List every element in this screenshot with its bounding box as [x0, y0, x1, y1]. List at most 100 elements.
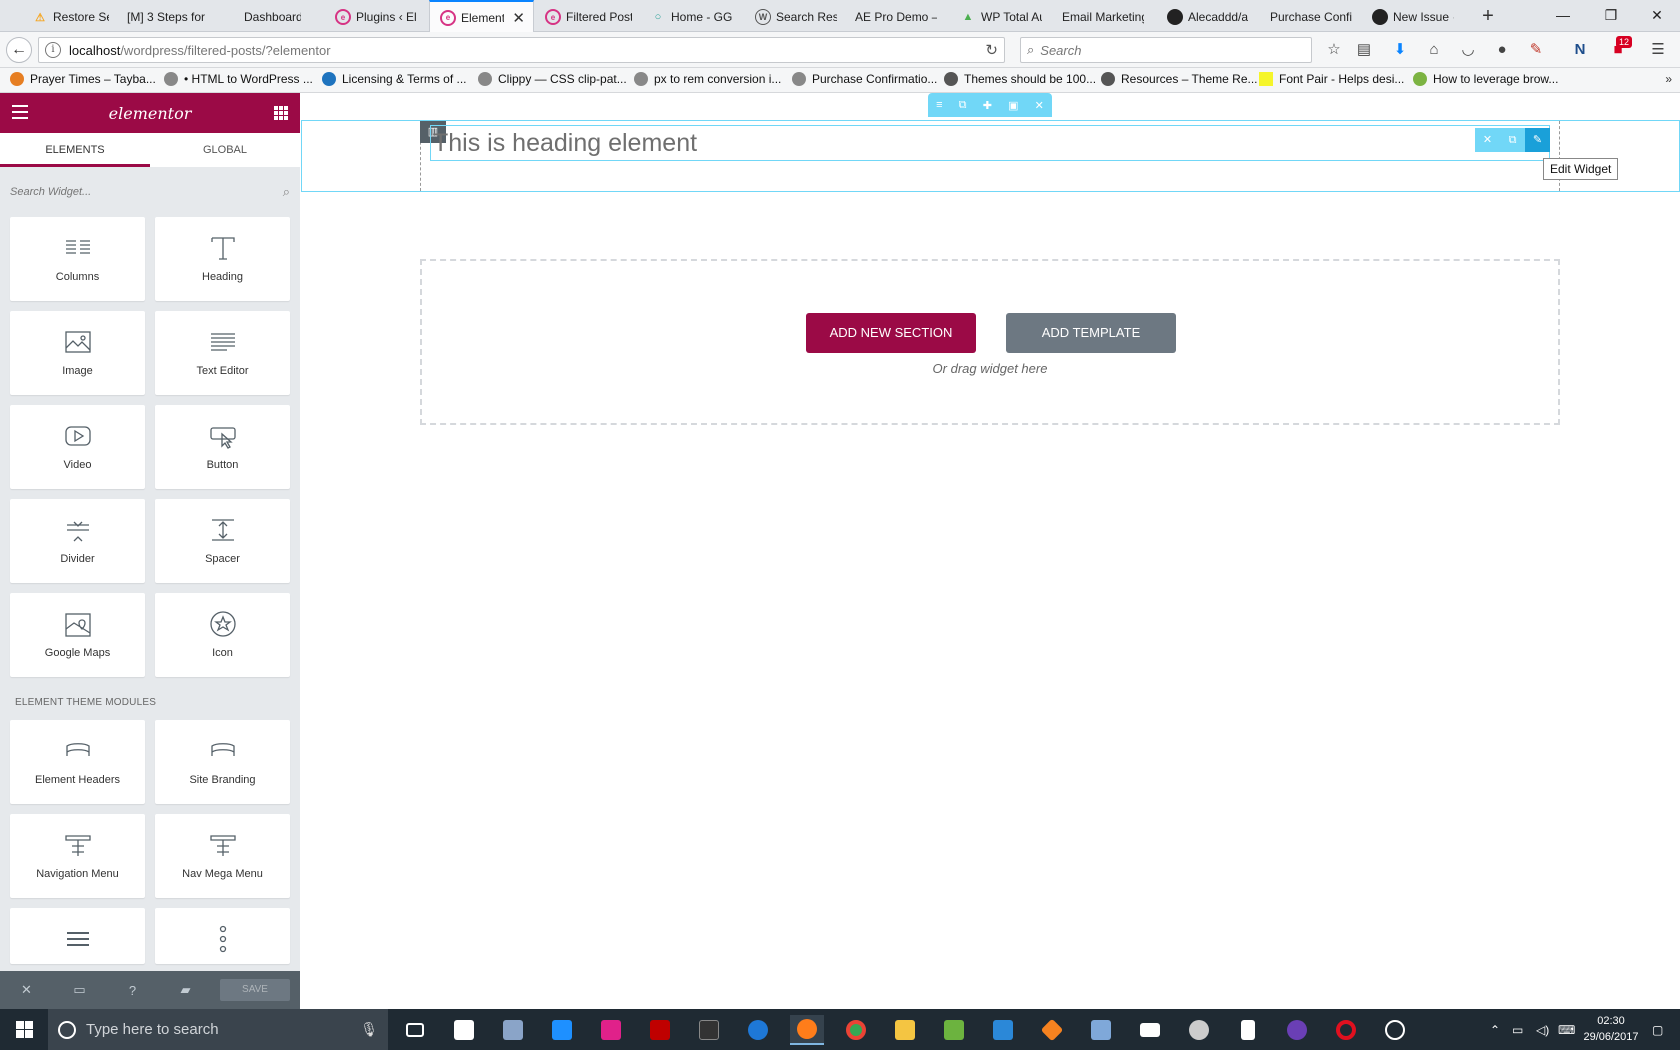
browser-tab[interactable]: Dashboard ‹ Ele — [213, 2, 309, 32]
edit-widget-icon[interactable]: ✎ — [1525, 128, 1550, 152]
templates-folder-icon[interactable]: ▰ — [159, 982, 212, 998]
browser-search-input[interactable]: ⌕ Search — [1020, 37, 1312, 63]
browser-tab[interactable]: AE Pro Demo – A — [845, 2, 945, 32]
task-view-icon[interactable] — [398, 1015, 432, 1045]
widget-google-maps[interactable]: Google Maps — [10, 593, 145, 677]
add-template-button[interactable]: ADD TEMPLATE — [1006, 313, 1176, 353]
info-icon[interactable]: i — [45, 42, 61, 58]
widget-vertical-dots[interactable] — [155, 908, 290, 964]
widget-menu-lines[interactable] — [10, 908, 145, 964]
widget-navigation-menu[interactable]: Navigation Menu — [10, 814, 145, 898]
hamburger-menu-icon[interactable] — [12, 105, 28, 119]
help-icon[interactable]: ? — [106, 983, 159, 998]
reload-icon[interactable]: ↻ — [985, 41, 998, 59]
widgets-grid-icon[interactable] — [274, 106, 288, 120]
system-clock[interactable]: 02:30 29/06/2017 — [1576, 1013, 1646, 1045]
browser-tab[interactable]: ○ Home - GG — [640, 2, 745, 32]
widget-element-headers[interactable]: Element Headers — [10, 720, 145, 804]
widget-button[interactable]: Button — [155, 405, 290, 489]
browser-tab[interactable]: Alecaddd/a — [1157, 2, 1257, 32]
store-icon[interactable] — [447, 1015, 481, 1045]
browser-tab[interactable]: Purchase Confir — [1260, 2, 1360, 32]
extension-tool-icon[interactable]: ✎ — [1526, 40, 1546, 60]
save-section-icon[interactable]: ▣ — [1008, 99, 1018, 112]
bookmarks-more-icon[interactable]: » — [1665, 72, 1672, 86]
bookmark-item[interactable]: px to rem conversion i... — [634, 72, 781, 86]
bookmark-item[interactable]: Resources – Theme Re... — [1101, 72, 1258, 86]
bookmark-item[interactable]: Licensing & Terms of ... — [322, 72, 467, 86]
home-icon[interactable]: ⌂ — [1424, 40, 1444, 60]
browser-tab[interactable]: ⚠Restore Sess — [22, 2, 117, 32]
url-bar[interactable]: i localhost/wordpress/filtered-posts/?el… — [38, 37, 1005, 63]
remove-icon[interactable]: ✕ — [1035, 99, 1044, 112]
pocket-icon[interactable]: ◡ — [1458, 40, 1478, 60]
remove-widget-icon[interactable]: ✕ — [1475, 128, 1500, 152]
widget-search-input[interactable] — [0, 167, 300, 217]
widget-image[interactable]: Image — [10, 311, 145, 395]
tab-elements[interactable]: ELEMENTS — [0, 133, 150, 167]
restore-button[interactable]: ❐ — [1588, 0, 1634, 30]
minimize-button[interactable]: — — [1540, 0, 1586, 30]
extension-n-icon[interactable]: N — [1570, 40, 1590, 60]
widget-site-branding[interactable]: Site Branding — [155, 720, 290, 804]
firefox-icon[interactable] — [790, 1015, 824, 1045]
browser-tab[interactable]: ▲ WP Total Au — [950, 2, 1050, 32]
browser-tab[interactable]: e Plugins ‹ Ele — [325, 2, 425, 32]
save-button[interactable]: SAVE — [220, 979, 290, 1001]
browser-tab[interactable]: New Issue · — [1362, 2, 1462, 32]
tray-chevron-icon[interactable]: ⌃ — [1490, 1009, 1500, 1050]
app-icon[interactable] — [594, 1015, 628, 1045]
widget-spacer[interactable]: Spacer — [155, 499, 290, 583]
browser-tab[interactable]: e Filtered Post — [535, 2, 640, 32]
app-icon[interactable] — [1182, 1015, 1216, 1045]
clock-app-icon[interactable] — [1378, 1015, 1412, 1045]
widget-nav-mega-menu[interactable]: Nav Mega Menu — [155, 814, 290, 898]
widget-heading[interactable]: Heading — [155, 217, 290, 301]
add-icon[interactable]: ✚ — [983, 99, 992, 112]
browser-tab[interactable]: Email Marketing — [1052, 2, 1152, 32]
network-icon[interactable]: ▭ — [1512, 1009, 1523, 1050]
responsive-desktop-icon[interactable]: ▭ — [53, 982, 106, 998]
app-icon[interactable] — [545, 1015, 579, 1045]
back-arrow-icon[interactable]: ← — [6, 37, 32, 63]
duplicate-icon[interactable]: ⧉ — [959, 99, 967, 112]
bookmark-item[interactable]: • HTML to WordPress ... — [164, 72, 313, 86]
bookmark-item[interactable]: Font Pair - Helps desi... — [1259, 72, 1404, 86]
browser-menu-icon[interactable]: ☰ — [1648, 40, 1668, 60]
edge-icon[interactable] — [741, 1015, 775, 1045]
widget-text-editor[interactable]: Text Editor — [155, 311, 290, 395]
notifications-icon[interactable]: ▢ — [1652, 1009, 1663, 1050]
heading-text[interactable]: This is heading element — [431, 126, 1549, 160]
app-icon[interactable] — [496, 1015, 530, 1045]
windows-start-icon[interactable] — [0, 1009, 48, 1050]
close-window-button[interactable]: ✕ — [1634, 0, 1680, 30]
bookmark-star-icon[interactable]: ☆ — [1324, 40, 1344, 60]
app-icon[interactable] — [986, 1015, 1020, 1045]
bookmark-item[interactable]: How to leverage brow... — [1413, 72, 1558, 86]
opera-icon[interactable] — [1329, 1015, 1363, 1045]
widget-video[interactable]: Video — [10, 405, 145, 489]
file-explorer-icon[interactable] — [888, 1015, 922, 1045]
close-icon[interactable]: ✕ — [0, 982, 53, 998]
terminal-icon[interactable] — [692, 1015, 726, 1045]
microphone-icon[interactable]: 🎙 — [360, 1021, 378, 1038]
heading-widget[interactable]: This is heading element — [430, 125, 1550, 161]
extension-colorpicker-icon[interactable]: ● — [1492, 40, 1512, 60]
widget-icon[interactable]: Icon — [155, 593, 290, 677]
app-icon[interactable] — [1035, 1015, 1069, 1045]
tab-global[interactable]: GLOBAL — [150, 133, 300, 167]
download-icon[interactable]: ⬇ — [1390, 40, 1410, 60]
app-icon[interactable] — [1084, 1015, 1118, 1045]
bookmark-item[interactable]: Purchase Confirmatio... — [792, 72, 937, 86]
filezilla-icon[interactable] — [643, 1015, 677, 1045]
duplicate-widget-icon[interactable]: ⧉ — [1500, 128, 1525, 152]
add-new-section-button[interactable]: ADD NEW SECTION — [806, 313, 976, 353]
taskbar-search[interactable]: Type here to search 🎙 — [48, 1009, 388, 1050]
chrome-icon[interactable] — [839, 1015, 873, 1045]
close-tab-icon[interactable]: ✕ — [512, 9, 525, 27]
reading-list-icon[interactable]: ▤ — [1354, 40, 1374, 60]
app-icon[interactable] — [937, 1015, 971, 1045]
widget-divider[interactable]: Divider — [10, 499, 145, 583]
bookmark-item[interactable]: Clippy — CSS clip-pat... — [478, 72, 627, 86]
volume-icon[interactable]: ◁) — [1536, 1009, 1549, 1050]
